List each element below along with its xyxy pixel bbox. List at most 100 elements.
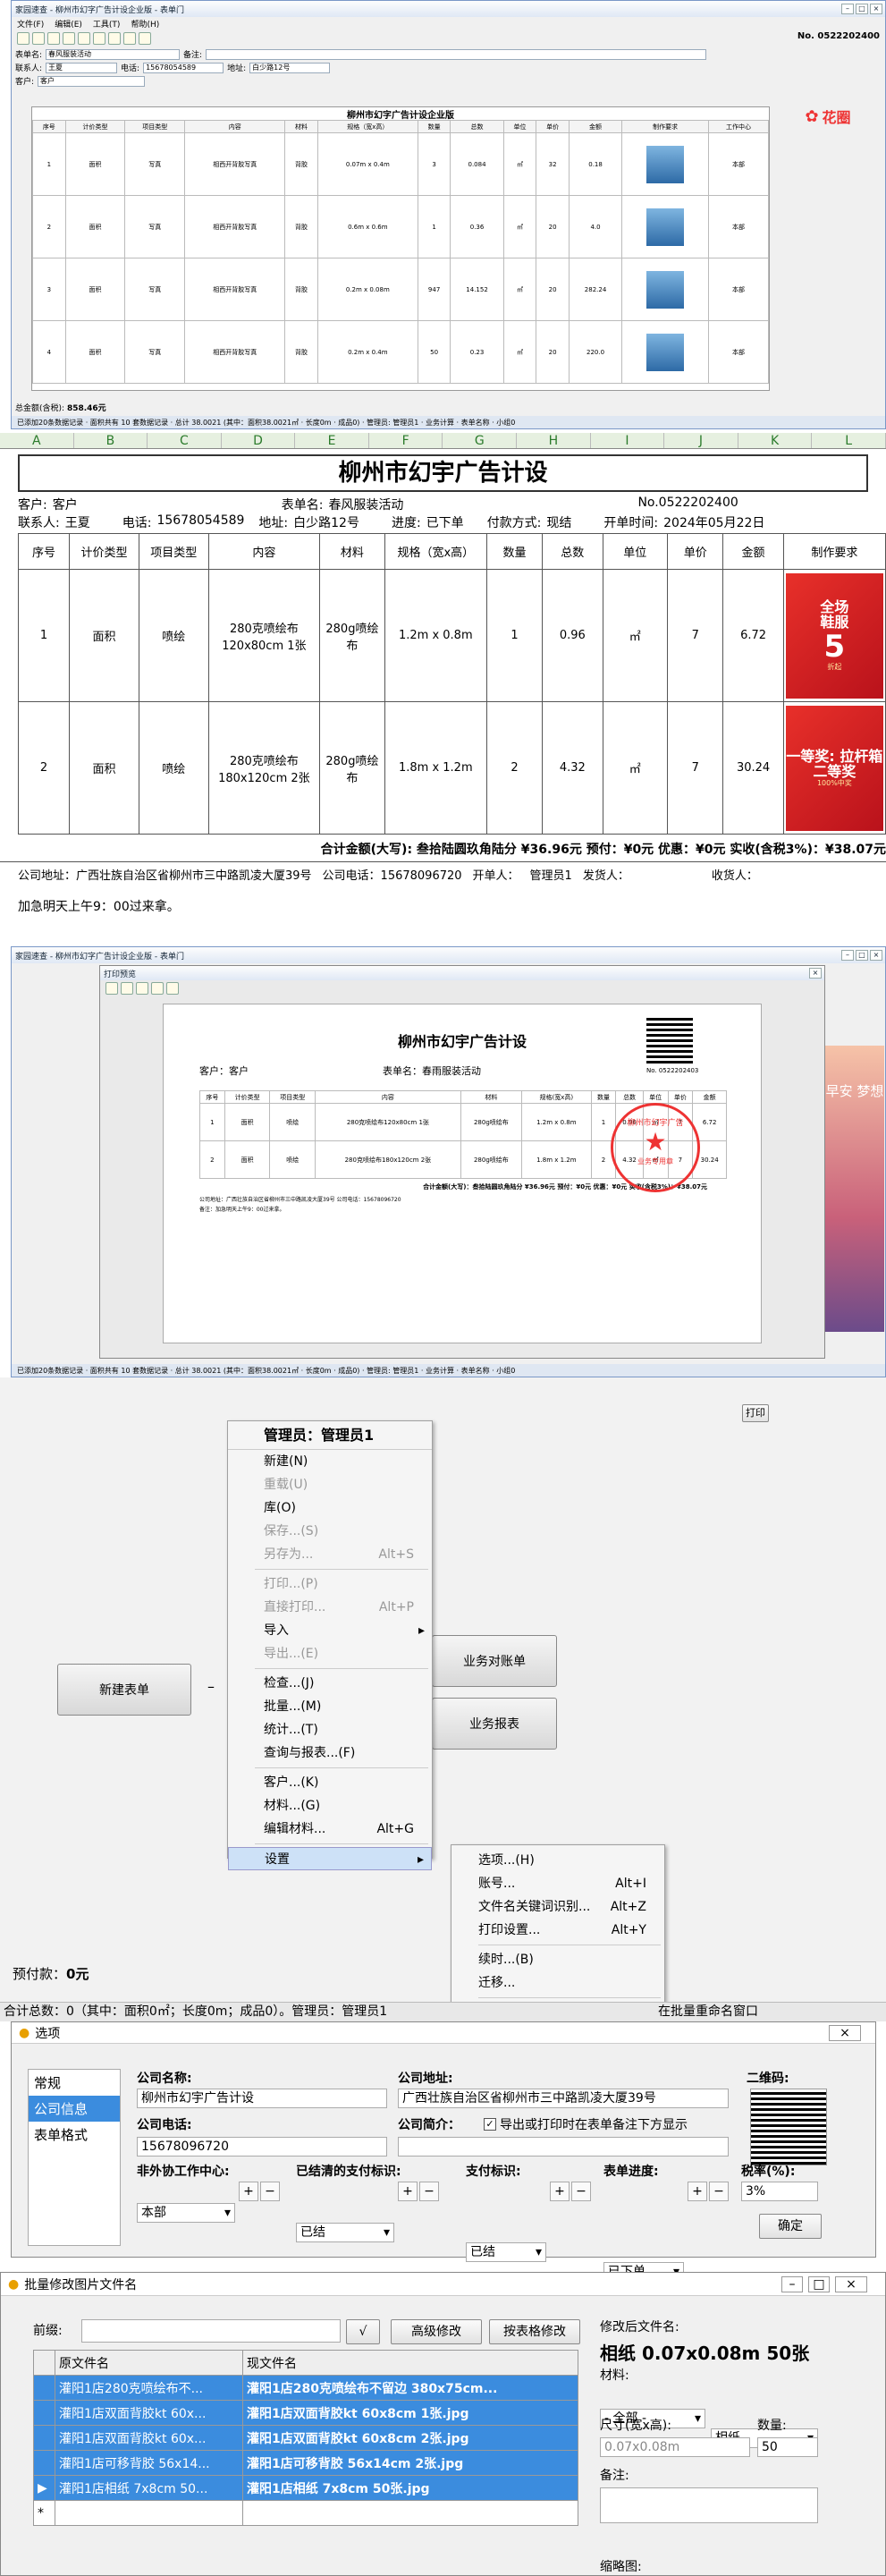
open-icon[interactable] [32, 32, 45, 45]
company-addr-input[interactable]: 广西壮族自治区省柳州市三中路凯凌大厦39号 [398, 2089, 729, 2108]
mini-table-row[interactable]: 2 面积 写真 相西开背胶写真 背胶 0.6m x 0.6m 1 0.36 ㎡ 20 4.0 本部 [32, 195, 769, 258]
submenu-item[interactable]: 文件名关键词识别... Alt+Z [451, 1895, 664, 1919]
column-letter[interactable]: I [591, 433, 665, 448]
rename-maximize-button[interactable]: □ [808, 2275, 830, 2292]
settled-select[interactable]: 已结 [296, 2223, 394, 2242]
center-select[interactable]: 本部 [137, 2203, 235, 2223]
menu-edit[interactable]: 编辑(E) [55, 18, 82, 30]
submenu-item[interactable]: 账号... Alt+I [451, 1872, 664, 1895]
menu-item[interactable]: 重载(U) [228, 1473, 432, 1496]
new-name-cell[interactable]: 灌阳1店双面背胶kt 60x8cm 1张.jpg [242, 2400, 578, 2426]
options-close-button[interactable]: × [829, 2024, 861, 2041]
two-page-icon[interactable] [151, 982, 164, 995]
column-letter[interactable]: E [295, 433, 369, 448]
orig-name-cell[interactable]: 灌阳1店双面背胶kt 60x... [55, 2425, 243, 2451]
row-indicator[interactable] [33, 2425, 55, 2451]
tab-form-format[interactable]: 表单格式 [29, 2122, 120, 2148]
menu-item[interactable]: 打印...(P) [228, 1572, 432, 1596]
row-indicator[interactable] [33, 2400, 55, 2426]
column-letter[interactable]: L [812, 433, 886, 448]
phone-input[interactable]: 15678054589 [143, 62, 224, 73]
center-add-button[interactable]: + [239, 2182, 258, 2201]
new-name-cell[interactable] [242, 2500, 578, 2526]
rename-close-button[interactable]: × [835, 2275, 867, 2292]
new-name-cell[interactable]: 灌阳1店相纸 7x8cm 50张.jpg [242, 2475, 578, 2501]
col-new-header[interactable]: 现文件名 [242, 2350, 578, 2376]
menu-item[interactable]: 另存为... Alt+S [228, 1543, 432, 1566]
submenu-item[interactable]: 打印设置... Alt+Y [451, 1919, 664, 1942]
zoom-icon[interactable] [121, 982, 133, 995]
menu-item[interactable]: 查询与报表...(F) [228, 1741, 432, 1765]
maximize-button[interactable]: □ [856, 950, 868, 961]
new-name-cell[interactable]: 灌阳1店双面背胶kt 60x8cm 2张.jpg [242, 2425, 578, 2451]
submenu-item[interactable]: 续时...(B) [451, 1948, 664, 1971]
column-letter[interactable]: H [517, 433, 591, 448]
new-name-cell[interactable]: 灌阳1店280克喷绘布不留边 380x75cm... [242, 2375, 578, 2401]
menu-item[interactable]: 检查...(J) [228, 1672, 432, 1695]
settled-remove-button[interactable]: − [419, 2182, 439, 2201]
column-letter[interactable]: B [74, 433, 148, 448]
rename-new-row[interactable]: * [33, 2500, 578, 2526]
rename-row[interactable]: 灌阳1店可移背胶 56x14... 灌阳1店可移背胶 56x14cm 2张.jpg [33, 2450, 578, 2476]
rename-minimize-button[interactable]: – [781, 2275, 803, 2292]
progress-remove-button[interactable]: − [709, 2182, 729, 2201]
row-indicator[interactable]: ▶ [33, 2475, 55, 2501]
settled-add-button[interactable]: + [398, 2182, 418, 2201]
center-remove-button[interactable]: − [260, 2182, 280, 2201]
contact-input[interactable]: 王夏 [46, 62, 118, 73]
submenu-item[interactable]: 选项...(H) [451, 1849, 664, 1872]
pay-remove-button[interactable]: − [571, 2182, 591, 2201]
submenu-item[interactable]: 迁移... [451, 1971, 664, 1995]
menu-item[interactable]: 保存...(S) [228, 1520, 432, 1543]
form-name-input[interactable]: 春风服装活动 [46, 48, 181, 60]
column-letter[interactable]: G [443, 433, 518, 448]
table-rename-button[interactable]: 按表格修改 [489, 2319, 580, 2344]
company-phone-input[interactable]: 15678096720 [137, 2137, 387, 2157]
close-button[interactable]: × [870, 950, 882, 961]
column-letter[interactable]: F [369, 433, 443, 448]
rename-row[interactable]: 灌阳1店双面背胶kt 60x... 灌阳1店双面背胶kt 60x8cm 2张.jp… [33, 2425, 578, 2451]
print-icon[interactable] [108, 32, 121, 45]
company-intro-input[interactable] [398, 2137, 729, 2157]
company-name-input[interactable]: 柳州市幻宇广告计设 [137, 2089, 387, 2108]
minimize-button[interactable]: – [841, 4, 854, 14]
business-report-button[interactable]: 业务报表 [432, 1698, 557, 1750]
column-letter[interactable]: K [738, 433, 813, 448]
new-icon[interactable] [17, 32, 30, 45]
copy-icon[interactable] [63, 32, 75, 45]
delete-icon[interactable] [93, 32, 105, 45]
client-input[interactable]: 客户 [38, 75, 146, 87]
menu-item[interactable]: 设置 ▸ [228, 1847, 432, 1870]
four-page-icon[interactable] [166, 982, 179, 995]
orig-name-cell[interactable]: 灌阳1店双面背胶kt 60x... [55, 2400, 243, 2426]
qty-input[interactable]: 50 [757, 2437, 818, 2457]
tab-company-info[interactable]: 公司信息 [29, 2096, 120, 2122]
save-icon[interactable] [47, 32, 60, 45]
one-page-icon[interactable] [136, 982, 148, 995]
menu-item[interactable]: 导出...(E) [228, 1642, 432, 1665]
column-letter[interactable]: J [664, 433, 738, 448]
rename-row[interactable]: 灌阳1店280克喷绘布不... 灌阳1店280克喷绘布不留边 380x75cm..… [33, 2375, 578, 2401]
row-indicator[interactable] [33, 2375, 55, 2401]
print-button[interactable]: 打印 [742, 1404, 769, 1422]
menu-item[interactable]: 统计...(T) [228, 1718, 432, 1741]
tab-general[interactable]: 常规 [29, 2070, 120, 2096]
rename-note-input[interactable] [600, 2487, 818, 2523]
menu-tools[interactable]: 工具(T) [93, 18, 121, 30]
new-name-cell[interactable]: 灌阳1店可移背胶 56x14cm 2张.jpg [242, 2450, 578, 2476]
maximize-button[interactable]: □ [856, 4, 868, 14]
prefix-input[interactable] [81, 2319, 341, 2343]
column-letter[interactable]: D [222, 433, 296, 448]
pay-select[interactable]: 已结 [466, 2242, 546, 2262]
menu-item[interactable]: 库(O) [228, 1496, 432, 1520]
note-input[interactable] [206, 48, 707, 60]
printer-icon[interactable] [105, 982, 118, 995]
menu-item[interactable]: 直接打印... Alt+P [228, 1596, 432, 1619]
menu-item[interactable]: 编辑材料... Alt+G [228, 1818, 432, 1841]
tax-input[interactable]: 3% [741, 2182, 818, 2201]
menu-item[interactable]: 导入 ▸ [228, 1619, 432, 1642]
menu-item[interactable]: 材料...(G) [228, 1794, 432, 1818]
size-input[interactable]: 0.07x0.08m [600, 2437, 750, 2457]
preview-close-button[interactable]: × [809, 968, 822, 979]
minimize-button[interactable]: – [841, 950, 854, 961]
